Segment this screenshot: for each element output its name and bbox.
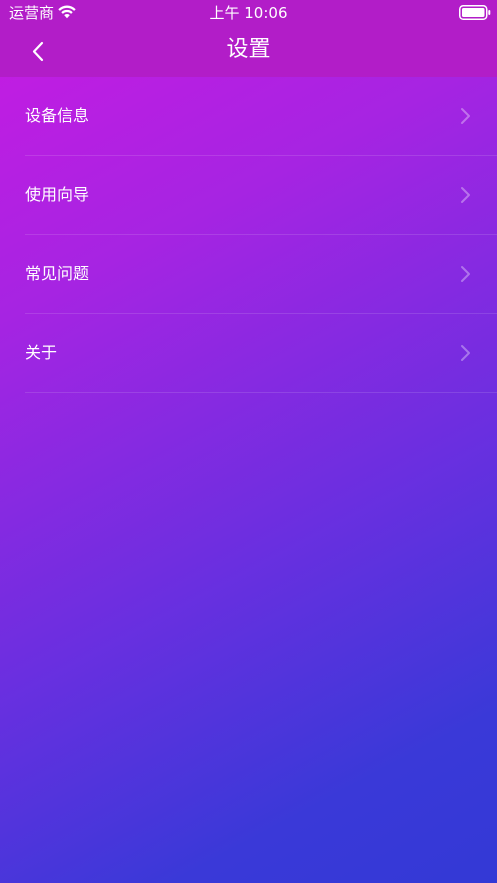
settings-item-label: 关于 — [25, 343, 58, 362]
settings-item-faq[interactable]: 常见问题 — [0, 235, 497, 314]
navigation-bar: 设置 — [0, 26, 497, 76]
status-time: 上午 10:06 — [209, 4, 288, 22]
chevron-left-icon — [32, 41, 44, 62]
settings-item-label: 常见问题 — [25, 264, 90, 283]
chevron-right-icon — [461, 187, 470, 203]
settings-item-label: 使用向导 — [25, 185, 90, 204]
chevron-right-icon — [461, 108, 470, 124]
status-bar: 运营商 上午 10:06 — [0, 0, 497, 26]
settings-item-device-info[interactable]: 设备信息 — [0, 77, 497, 156]
row-divider — [25, 392, 497, 393]
chevron-right-icon — [461, 266, 470, 282]
settings-item-user-guide[interactable]: 使用向导 — [0, 156, 497, 235]
battery-icon — [459, 5, 491, 20]
page-title: 设置 — [226, 37, 271, 62]
chevron-right-icon — [461, 345, 470, 361]
back-button[interactable] — [22, 35, 56, 69]
settings-item-about[interactable]: 关于 — [0, 314, 497, 393]
settings-list: 设备信息 使用向导 常见问题 关于 — [0, 77, 497, 393]
settings-item-label: 设备信息 — [25, 106, 90, 125]
